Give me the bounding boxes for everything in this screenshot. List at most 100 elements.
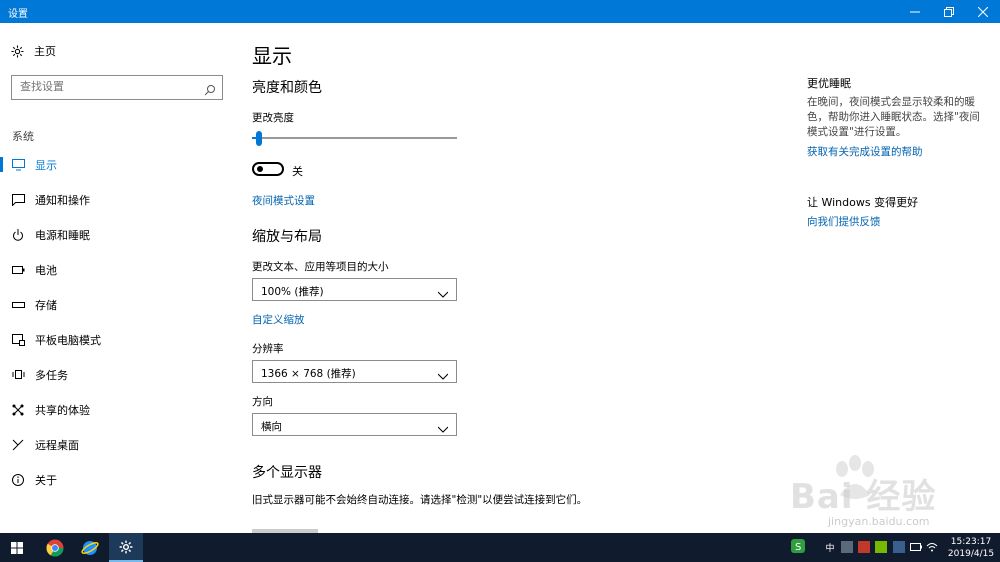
sidebar-item-label: 共享的体验 (35, 403, 90, 417)
tray-icon-1[interactable] (841, 541, 853, 553)
wifi-tray[interactable] (926, 541, 938, 553)
taskbar: S 中 15:23:17 2019/4/15 (0, 533, 1000, 562)
multitask-icon (11, 368, 25, 382)
battery-icon (11, 263, 25, 277)
page-title: 显示 (252, 44, 292, 68)
search-box[interactable] (11, 75, 223, 100)
monitor-icon (11, 158, 25, 172)
sidebar: 主页 系统 显示 通知和操作 电源和睡眠 电池 存储 平 (0, 23, 235, 533)
notification-icon (11, 193, 25, 207)
sidebar-item-tablet[interactable]: 平板电脑模式 (0, 322, 235, 357)
info-icon (11, 473, 25, 487)
sidebar-item-label: 多任务 (35, 368, 68, 382)
clock-time: 15:23:17 (950, 537, 992, 547)
sidebar-item-display[interactable]: 显示 (0, 147, 235, 182)
tablet-icon (11, 333, 25, 347)
battery-icon (910, 543, 922, 551)
scale-label: 更改文本、应用等项目的大小 (252, 261, 389, 273)
tray-app-icon[interactable]: S (791, 539, 805, 553)
network-tool-icon (841, 541, 853, 553)
night-light-toggle[interactable] (252, 162, 284, 176)
sidebar-item-battery[interactable]: 电池 (0, 252, 235, 287)
sleep-description: 在晚间，夜间模式会显示较柔和的暖色，帮助你进入睡眠状态。选择"夜间模式设置"进行… (807, 96, 980, 138)
gear-icon (119, 540, 133, 553)
sidebar-item-power[interactable]: 电源和睡眠 (0, 217, 235, 252)
paw-logo-icon (836, 455, 874, 499)
scale-value: 100% (推荐) (261, 286, 324, 298)
taskbar-chrome[interactable] (38, 533, 72, 562)
setup-help-link[interactable]: 获取有关完成设置的帮助 (807, 144, 923, 159)
orientation-dropdown[interactable]: 横向 (252, 413, 457, 436)
watermark-url: jingyan.baidu.com (828, 515, 930, 528)
sidebar-item-label: 远程桌面 (35, 438, 79, 452)
security-icon (858, 541, 870, 553)
windows-logo-icon (11, 541, 23, 554)
sidebar-item-storage[interactable]: 存储 (0, 287, 235, 322)
close-icon (978, 6, 988, 17)
sidebar-item-about[interactable]: 关于 (0, 462, 235, 497)
sleep-heading: 更优睡眠 (807, 77, 851, 90)
multiple-displays-heading: 多个显示器 (252, 465, 322, 481)
ime-indicator[interactable]: 中 (824, 541, 836, 554)
home-label: 主页 (34, 45, 56, 58)
sidebar-item-multitasking[interactable]: 多任务 (0, 357, 235, 392)
remote-icon (11, 438, 25, 452)
restore-icon (944, 6, 954, 17)
sidebar-item-label: 电池 (35, 263, 57, 277)
sidebar-item-label: 存储 (35, 298, 57, 312)
watermark-text: Bai 经验 (790, 477, 937, 517)
resolution-label: 分辨率 (252, 343, 284, 355)
minimize-button[interactable] (898, 0, 932, 23)
tray-icon-2[interactable] (858, 541, 870, 553)
svg-text:S: S (795, 542, 801, 553)
nvidia-icon (875, 541, 887, 553)
wifi-icon (926, 543, 938, 552)
chevron-down-icon (437, 419, 449, 433)
restore-button[interactable] (932, 0, 966, 23)
custom-scaling-link[interactable]: 自定义缩放 (252, 312, 305, 327)
chrome-icon (46, 539, 64, 556)
share-icon (11, 403, 25, 417)
chevron-down-icon (437, 284, 449, 298)
ie-icon (81, 540, 99, 555)
scale-dropdown[interactable]: 100% (推荐) (252, 278, 457, 301)
sidebar-item-label: 关于 (35, 473, 57, 487)
window-title: 设置 (8, 9, 28, 20)
start-button[interactable] (0, 533, 34, 562)
sidebar-nav: 显示 通知和操作 电源和睡眠 电池 存储 平板电脑模式 多任务 共享的体验 远程… (0, 147, 235, 497)
toggle-knob (257, 166, 263, 172)
search-input[interactable] (20, 80, 200, 93)
tray-icon-4[interactable] (893, 541, 905, 553)
sidebar-item-notifications[interactable]: 通知和操作 (0, 182, 235, 217)
close-button[interactable] (966, 0, 1000, 23)
night-light-state: 关 (292, 165, 303, 178)
taskbar-app[interactable] (73, 533, 107, 562)
tray-s-icon: S (791, 539, 805, 553)
sidebar-item-label: 显示 (35, 158, 57, 172)
section-label-system: 系统 (12, 130, 34, 143)
power-icon (11, 228, 25, 242)
feedback-link[interactable]: 向我们提供反馈 (807, 214, 881, 229)
title-bar: 设置 (0, 0, 1000, 23)
brightness-label: 更改亮度 (252, 112, 294, 124)
battery-tray[interactable] (910, 541, 922, 553)
home-link[interactable]: 主页 (10, 43, 56, 59)
gear-icon (10, 44, 24, 58)
tray-icon-3[interactable] (875, 541, 887, 553)
minimize-icon (910, 11, 920, 12)
resolution-dropdown[interactable]: 1366 × 768 (推荐) (252, 360, 457, 383)
slider-thumb[interactable] (255, 131, 262, 146)
night-light-settings-link[interactable]: 夜间模式设置 (252, 193, 315, 208)
orientation-value: 横向 (261, 421, 282, 433)
sidebar-item-shared-experiences[interactable]: 共享的体验 (0, 392, 235, 427)
clock[interactable]: 15:23:17 2019/4/15 (944, 536, 998, 560)
sidebar-item-label: 电源和睡眠 (35, 228, 90, 242)
search-icon[interactable] (204, 81, 216, 96)
sidebar-item-remote-desktop[interactable]: 远程桌面 (0, 427, 235, 462)
feedback-heading: 让 Windows 变得更好 (807, 196, 919, 209)
brightness-slider[interactable] (252, 131, 457, 146)
slider-track (252, 137, 457, 139)
baidu-watermark: Bai 经验 jingyan.baidu.com (760, 455, 990, 535)
taskbar-settings[interactable] (109, 533, 143, 562)
scale-section-heading: 缩放与布局 (252, 229, 322, 245)
